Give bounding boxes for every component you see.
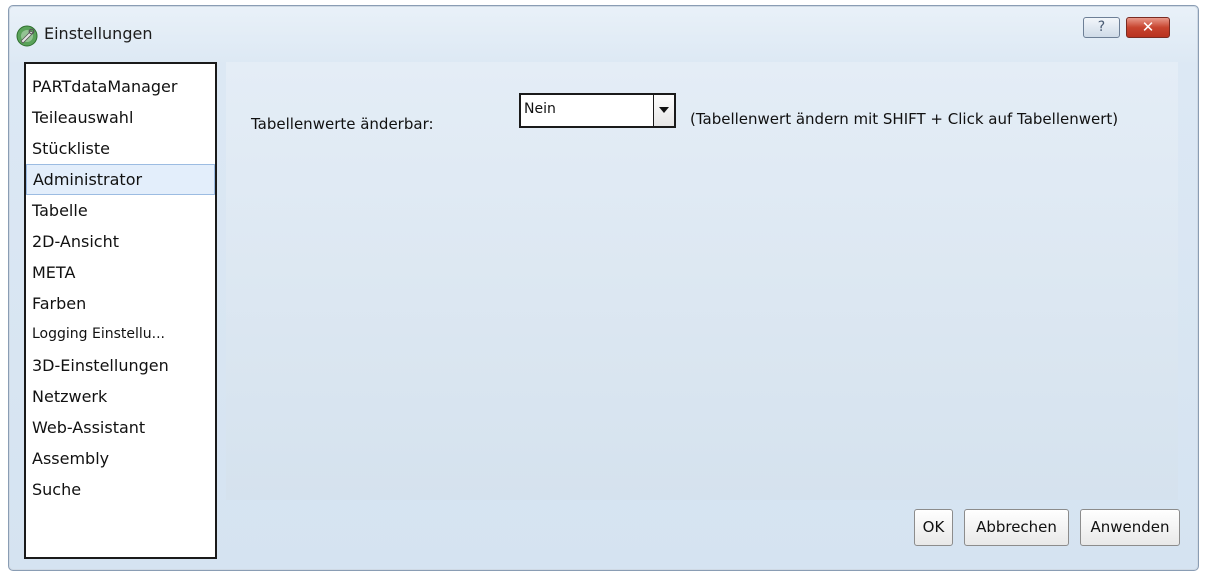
sidebar-item-tabelle[interactable]: Tabelle: [30, 195, 215, 226]
help-button[interactable]: ?: [1083, 17, 1120, 38]
sidebar-item-3d-einstellungen[interactable]: 3D-Einstellungen: [30, 350, 215, 381]
sidebar-item-2d-ansicht[interactable]: 2D-Ansicht: [30, 226, 215, 257]
sidebar-item-web-assistant[interactable]: Web-Assistant: [30, 412, 215, 443]
sidebar-item-assembly[interactable]: Assembly: [30, 443, 215, 474]
help-icon: ?: [1097, 19, 1106, 35]
settings-wrench-icon: [16, 25, 38, 47]
chevron-down-icon[interactable]: [653, 95, 674, 126]
close-button[interactable]: ✕: [1126, 17, 1170, 38]
sidebar-item-stueckliste[interactable]: Stückliste: [30, 133, 215, 164]
sidebar-item-logging[interactable]: Logging Einstellu...: [30, 319, 215, 350]
close-icon: ✕: [1141, 18, 1155, 36]
table-values-editable-select[interactable]: Nein: [519, 93, 676, 128]
sidebar-item-administrator[interactable]: Administrator: [26, 164, 215, 195]
hint-text: (Tabellenwert ändern mit SHIFT + Click a…: [690, 110, 1119, 128]
settings-category-list[interactable]: PARTdataManager Teileauswahl Stückliste …: [24, 62, 217, 559]
apply-button[interactable]: Anwenden: [1080, 509, 1180, 546]
dialog-title: Einstellungen: [44, 24, 153, 43]
sidebar-item-partdatamanager[interactable]: PARTdataManager: [30, 71, 215, 102]
sidebar-item-farben[interactable]: Farben: [30, 288, 215, 319]
select-value: Nein: [524, 101, 556, 117]
sidebar-item-suche[interactable]: Suche: [30, 474, 215, 505]
title-bar[interactable]: [9, 6, 1198, 44]
table-values-editable-label: Tabellenwerte änderbar:: [251, 115, 434, 133]
sidebar-item-meta[interactable]: META: [30, 257, 215, 288]
ok-button[interactable]: OK: [914, 509, 953, 546]
sidebar-item-teileauswahl[interactable]: Teileauswahl: [30, 102, 215, 133]
cancel-button[interactable]: Abbrechen: [964, 509, 1069, 546]
sidebar-item-netzwerk[interactable]: Netzwerk: [30, 381, 215, 412]
